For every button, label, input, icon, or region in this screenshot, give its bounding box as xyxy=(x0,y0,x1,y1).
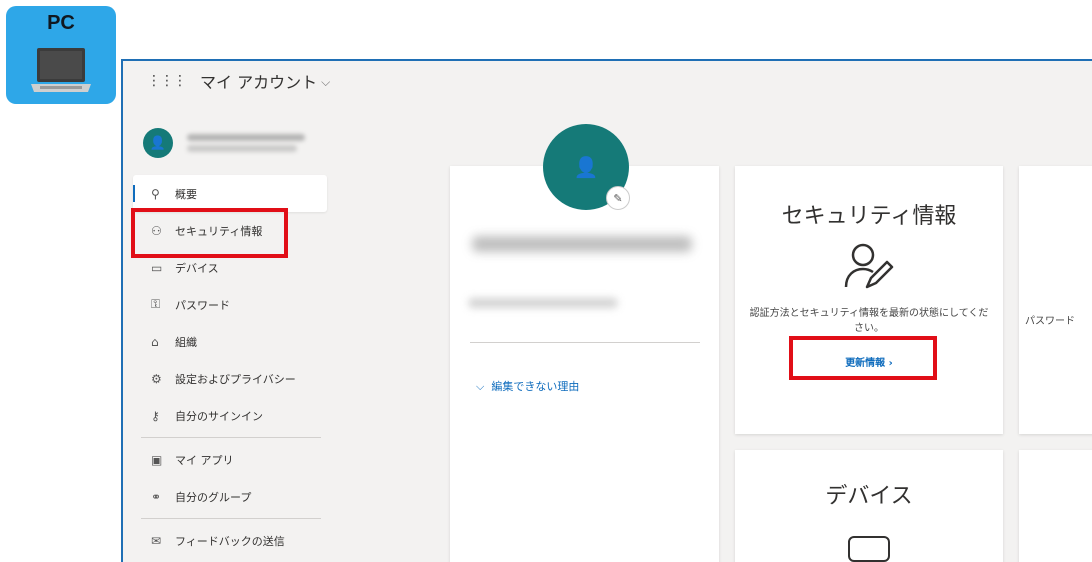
sidebar-item-label: 自分のサインイン xyxy=(175,409,263,423)
sidebar-item-label: 設定およびプライバシー xyxy=(175,372,296,386)
security-info-card: セキュリティ情報 認証方法とセキュリティ情報を最新の状態にしてください。 更新情… xyxy=(735,166,1003,434)
why-cant-edit-label: 編集できない理由 xyxy=(491,380,580,393)
app-title[interactable]: マイ アカウント xyxy=(200,69,317,93)
profile-email-redacted xyxy=(468,298,618,308)
why-cant-edit-link[interactable]: ⌵ 編集できない理由 xyxy=(476,378,579,394)
sidebar-item-password[interactable]: ⚿ パスワード xyxy=(133,286,327,323)
sidebar-item-label: 組織 xyxy=(175,335,197,349)
password-card-label: パスワード xyxy=(1025,316,1075,327)
highlight-update-link xyxy=(789,336,937,380)
card-divider xyxy=(470,342,700,343)
sidebar-item-organization[interactable]: ⌂ 組織 xyxy=(133,323,327,360)
chevron-down-icon: ⌵ xyxy=(476,380,492,393)
sidebar-item-my-groups[interactable]: ⚭ 自分のグループ xyxy=(133,478,327,515)
sidebar-item-label: パスワード xyxy=(175,298,230,312)
briefcase-icon: ⌂ xyxy=(151,334,159,349)
sidebar-item-overview[interactable]: ⚲ 概要 xyxy=(133,175,327,212)
laptop-icon: ▭ xyxy=(151,260,163,275)
sidebar-item-settings-privacy[interactable]: ⚙ 設定およびプライバシー xyxy=(133,360,327,397)
devices-card-title: デバイス xyxy=(825,484,913,509)
sidebar-item-label: 概要 xyxy=(175,187,197,201)
profile-card: ⌵ 編集できない理由 xyxy=(450,166,719,562)
sidebar-item-feedback[interactable]: ✉ フィードバックの送信 xyxy=(133,522,327,559)
pc-badge: PC xyxy=(6,6,116,104)
security-card-description: 認証方法とセキュリティ情報を最新の状態にしてください。 xyxy=(749,308,989,334)
highlight-security-nav xyxy=(131,208,288,258)
security-card-title: セキュリティ情報 xyxy=(781,204,957,229)
user-info[interactable]: 👤 xyxy=(143,125,305,161)
nav-divider xyxy=(141,437,321,438)
sidebar-item-label: フィードバックの送信 xyxy=(175,534,285,548)
devices-card: デバイス xyxy=(735,450,1003,562)
top-bar: ⋮⋮⋮ マイ アカウント ⌵ xyxy=(123,61,1092,101)
sidebar-item-my-signins[interactable]: ⚷ 自分のサインイン xyxy=(133,397,327,434)
feedback-icon: ✉ xyxy=(151,533,162,548)
chevron-down-icon[interactable]: ⌵ xyxy=(321,75,330,90)
sidebar-item-my-apps[interactable]: ▣ マイ アプリ xyxy=(133,441,327,478)
nav-divider xyxy=(141,518,321,519)
laptop-icon xyxy=(848,536,890,562)
user-name-redacted xyxy=(187,130,305,156)
person-edit-icon xyxy=(844,243,894,289)
person-key-icon: ⚷ xyxy=(151,408,160,423)
key-icon: ⚿ xyxy=(151,297,161,311)
gear-icon: ⚙ xyxy=(151,371,162,386)
avatar: 👤 xyxy=(143,128,173,158)
sidebar-item-label: 自分のグループ xyxy=(175,490,252,504)
laptop-icon xyxy=(31,48,91,92)
profile-name-redacted xyxy=(472,236,692,252)
group-icon: ⚭ xyxy=(151,489,162,504)
person-icon: ⚲ xyxy=(151,186,160,201)
app-launcher-icon[interactable]: ⋮⋮⋮ xyxy=(147,73,187,89)
edit-icon[interactable]: ✎ xyxy=(606,186,630,210)
partial-card xyxy=(1019,450,1092,562)
password-card: パスワード xyxy=(1019,166,1092,434)
sidebar-item-label: デバイス xyxy=(175,261,219,275)
apps-icon: ▣ xyxy=(151,452,163,467)
pc-label: PC xyxy=(47,12,75,34)
account-window: ⋮⋮⋮ マイ アカウント ⌵ 👤 ⚲ 概要 ⚇ セキュリティ情報 ▭ デバイス … xyxy=(121,59,1092,562)
sidebar-item-label: マイ アプリ xyxy=(175,453,234,467)
